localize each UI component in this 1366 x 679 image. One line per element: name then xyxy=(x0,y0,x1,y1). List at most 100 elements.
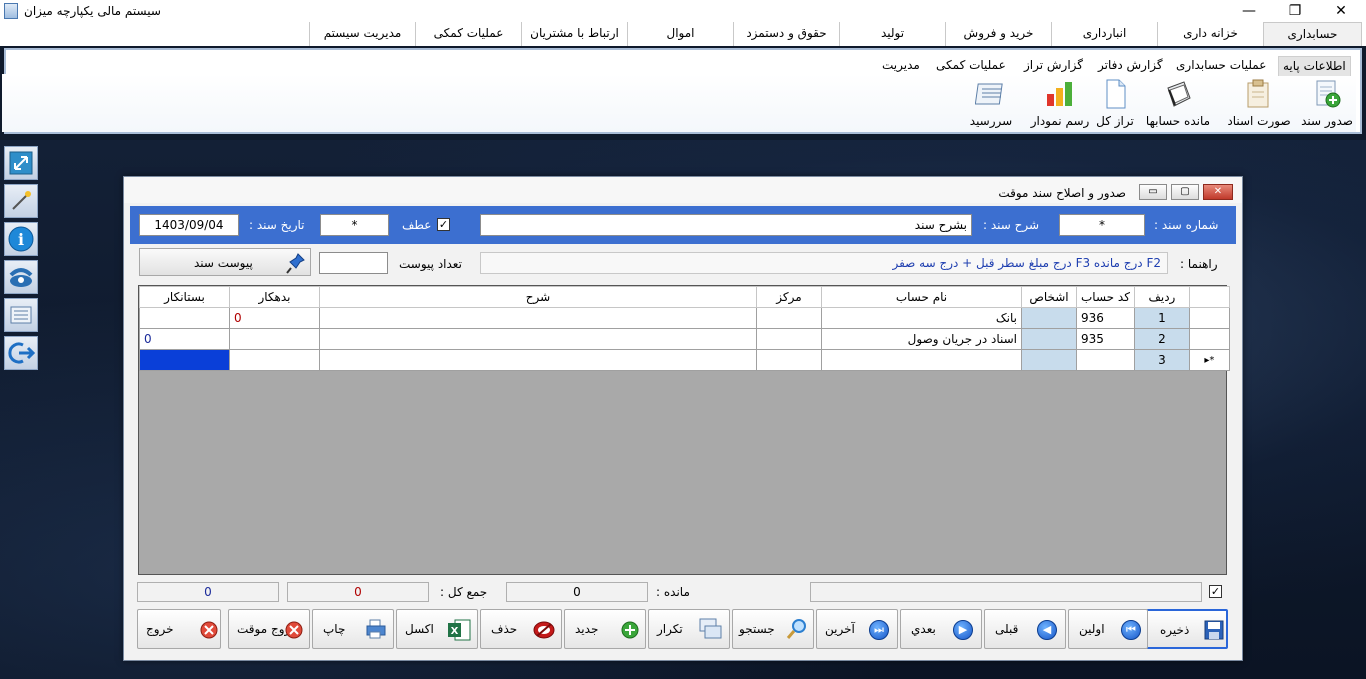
print-label: چاپ xyxy=(323,622,346,636)
table-row[interactable]: 3 ▸* xyxy=(139,349,1230,371)
cell-credit-selected[interactable] xyxy=(139,349,230,371)
cell-debit[interactable]: 0 xyxy=(229,307,320,329)
previous-button[interactable]: قبلی ◀ xyxy=(984,609,1066,649)
excel-button[interactable]: اکسل X xyxy=(396,609,478,649)
ribbon-tab-accounting-ops[interactable]: عملیات حسابداری xyxy=(1172,56,1270,76)
ribbon-tab-basic-info[interactable]: اطلاعات پایه xyxy=(1278,56,1351,76)
form-restore-button[interactable]: ▢ xyxy=(1171,184,1199,200)
print-icon xyxy=(366,619,386,639)
logout-tool-button[interactable] xyxy=(4,336,38,370)
cell-center[interactable] xyxy=(756,349,822,371)
col-debit[interactable]: بدهکار xyxy=(229,286,320,308)
cell-center[interactable] xyxy=(756,328,822,350)
cell-description[interactable] xyxy=(319,307,757,329)
tab-warehouse[interactable]: انبارداری xyxy=(1051,22,1157,46)
document-list-button[interactable]: صورت اسناد xyxy=(1226,78,1292,130)
magic-wand-icon xyxy=(12,191,31,210)
totals-checkbox[interactable]: ✓ xyxy=(1209,585,1222,598)
tab-system-management[interactable]: مدیریت سیستم xyxy=(309,22,415,46)
cell-debit[interactable] xyxy=(229,328,320,350)
guide-label: راهنما : xyxy=(1180,257,1218,271)
tab-production[interactable]: تولید xyxy=(839,22,945,46)
ribbon-tab-balance-reports[interactable]: گزارش تراز xyxy=(1020,56,1087,76)
due-date-button[interactable]: سررسید xyxy=(966,78,1016,130)
table-row[interactable]: 0 بانک 936 1 xyxy=(139,307,1230,329)
first-button[interactable]: اولین ⏮ xyxy=(1068,609,1148,649)
doc-desc-label: شرح سند : xyxy=(983,218,1040,232)
col-row-number[interactable]: ردیف xyxy=(1133,286,1190,308)
cell-persons[interactable] xyxy=(1021,349,1077,371)
atf-checkbox[interactable]: ✓ xyxy=(437,218,450,231)
delete-button[interactable]: حذف xyxy=(480,609,562,649)
cell-persons[interactable] xyxy=(1021,307,1077,329)
tab-treasury[interactable]: خزانه داری xyxy=(1157,22,1263,46)
table-row[interactable]: 0 اسناد در جریان وصول 935 2 xyxy=(139,328,1230,350)
cell-account-code[interactable]: 936 xyxy=(1076,307,1135,329)
general-balance-button[interactable]: تراز کل xyxy=(1094,78,1136,130)
cell-account-name[interactable] xyxy=(821,349,1022,371)
documents-tool-button[interactable] xyxy=(4,298,38,332)
col-credit[interactable]: بستانکار xyxy=(139,286,230,308)
status-field xyxy=(810,582,1202,602)
last-button[interactable]: آخرین ⏭ xyxy=(816,609,898,649)
form-close-button[interactable]: ✕ xyxy=(1203,184,1233,200)
tab-purchase-sales[interactable]: خرید و فروش xyxy=(945,22,1051,46)
tab-assets[interactable]: اموال xyxy=(627,22,733,46)
account-balances-button[interactable]: مانده حسابها xyxy=(1142,78,1214,130)
doc-date-field[interactable]: 1403/09/04 xyxy=(139,214,239,236)
temporary-exit-button[interactable]: خروج موقت xyxy=(228,609,310,649)
cell-account-name[interactable]: اسناد در جریان وصول xyxy=(821,328,1022,350)
save-button[interactable]: ذخیره xyxy=(1146,609,1228,649)
cell-credit[interactable] xyxy=(139,307,230,329)
cell-persons[interactable] xyxy=(1021,328,1077,350)
next-button[interactable]: بعدي ▶ xyxy=(900,609,982,649)
issue-document-button[interactable]: صدور سند xyxy=(1296,78,1358,130)
cell-account-code[interactable]: 935 xyxy=(1076,328,1135,350)
cell-credit[interactable]: 0 xyxy=(139,328,230,350)
search-button[interactable]: جستجو xyxy=(732,609,814,649)
resize-tool-button[interactable] xyxy=(4,146,38,180)
due-date-label: سررسید xyxy=(969,114,1013,128)
draw-chart-button[interactable]: رسم نمودار xyxy=(1030,78,1090,130)
tab-crm[interactable]: ارتباط با مشتریان xyxy=(521,22,627,46)
add-icon xyxy=(621,621,639,639)
cell-description[interactable] xyxy=(319,328,757,350)
col-account-code[interactable]: کد حساب xyxy=(1076,286,1135,308)
cell-debit[interactable] xyxy=(229,349,320,371)
atf-label: عطف xyxy=(402,218,432,232)
tab-accounting[interactable]: حسابداری xyxy=(1263,22,1362,46)
close-window-button[interactable]: ✕ xyxy=(1318,0,1364,22)
col-persons[interactable]: اشخاص xyxy=(1021,286,1077,308)
ribbon-tab-management[interactable]: مدیریت xyxy=(878,56,924,76)
col-account-name[interactable]: نام حساب xyxy=(821,286,1022,308)
repeat-button[interactable]: تکرار xyxy=(648,609,730,649)
tab-auxiliary[interactable]: عملیات کمکی xyxy=(415,22,521,46)
doc-desc-field[interactable]: بشرح سند xyxy=(480,214,972,236)
attach-document-button[interactable]: پیوست سند xyxy=(139,248,311,276)
atf-field[interactable]: * xyxy=(320,214,389,236)
phone-tool-button[interactable] xyxy=(4,260,38,294)
print-button[interactable]: چاپ xyxy=(312,609,394,649)
doc-number-field[interactable]: * xyxy=(1059,214,1145,236)
draw-chart-label: رسم نمودار xyxy=(1030,114,1090,128)
tab-payroll[interactable]: حقوق و دستمزد xyxy=(733,22,839,46)
attach-count-field[interactable] xyxy=(319,252,388,274)
minimize-button[interactable]: — xyxy=(1226,0,1272,22)
documents-list-icon xyxy=(1243,78,1275,110)
cell-account-name[interactable]: بانک xyxy=(821,307,1022,329)
info-tool-button[interactable]: i xyxy=(4,222,38,256)
first-icon: ⏮ xyxy=(1121,620,1141,640)
cell-center[interactable] xyxy=(756,307,822,329)
restore-button[interactable]: ❐ xyxy=(1272,0,1318,22)
new-label: جدید xyxy=(575,622,599,636)
cell-description[interactable] xyxy=(319,349,757,371)
ribbon-tab-ledger-reports[interactable]: گزارش دفاتر xyxy=(1094,56,1167,76)
form-minimize-button[interactable]: ▭ xyxy=(1139,184,1167,200)
col-center[interactable]: مرکز xyxy=(756,286,822,308)
cell-account-code[interactable] xyxy=(1076,349,1135,371)
new-button[interactable]: جدید xyxy=(564,609,646,649)
exit-button[interactable]: خروج xyxy=(137,609,221,649)
col-description[interactable]: شرح xyxy=(319,286,757,308)
ribbon-tab-auxiliary-ops[interactable]: عملیات کمکی xyxy=(932,56,1010,76)
wand-tool-button[interactable] xyxy=(4,184,38,218)
